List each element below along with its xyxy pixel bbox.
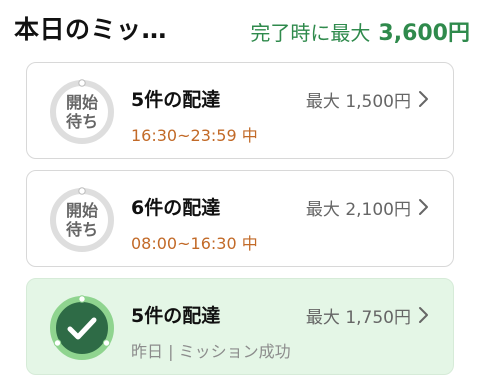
status-badge-completed — [49, 295, 115, 361]
status-label-line1: 開始 — [65, 93, 98, 112]
status-label-line1: 開始 — [65, 201, 98, 220]
mission-card-completed[interactable]: 5件の配達 昨日 | ミッション成功 最大 1,750円 — [26, 278, 454, 375]
status-badge-pending: 開始 待ち — [49, 187, 115, 253]
page-title: 本日のミッ… — [14, 15, 168, 44]
mission-result: 昨日 | ミッション成功 — [131, 342, 291, 361]
mission-page: 本日のミッ… 完了時に最大 3,600円 開始 待ち 5件の配達 16:30~23… — [0, 0, 480, 390]
mission-card[interactable]: 開始 待ち 6件の配達 08:00~16:30 中 最大 2,100円 — [26, 170, 454, 267]
status-badge-pending: 開始 待ち — [49, 79, 115, 145]
total-reward: 完了時に最大 3,600円 — [250, 15, 470, 47]
status-label-line2: 待ち — [65, 112, 98, 131]
mission-time: 08:00~16:30 中 — [131, 234, 258, 253]
mission-max-reward: 最大 1,500円 — [305, 92, 411, 112]
mission-max-reward: 最大 2,100円 — [305, 200, 411, 220]
mission-max-reward: 最大 1,750円 — [305, 308, 411, 328]
chevron-right-icon[interactable] — [417, 197, 431, 217]
mission-card[interactable]: 開始 待ち 5件の配達 16:30~23:59 中 最大 1,500円 — [26, 62, 454, 159]
reward-label: 完了時に最大 — [250, 21, 371, 45]
mission-time: 16:30~23:59 中 — [131, 126, 258, 145]
mission-title: 6件の配達 — [131, 197, 221, 219]
mission-title: 5件の配達 — [131, 305, 221, 327]
mission-title: 5件の配達 — [131, 89, 221, 111]
chevron-right-icon[interactable] — [417, 89, 431, 109]
check-icon — [50, 295, 114, 360]
chevron-right-icon[interactable] — [417, 305, 431, 325]
status-label-line2: 待ち — [65, 220, 98, 239]
reward-amount: 3,600円 — [378, 21, 470, 46]
header: 本日のミッ… 完了時に最大 3,600円 — [0, 0, 480, 58]
